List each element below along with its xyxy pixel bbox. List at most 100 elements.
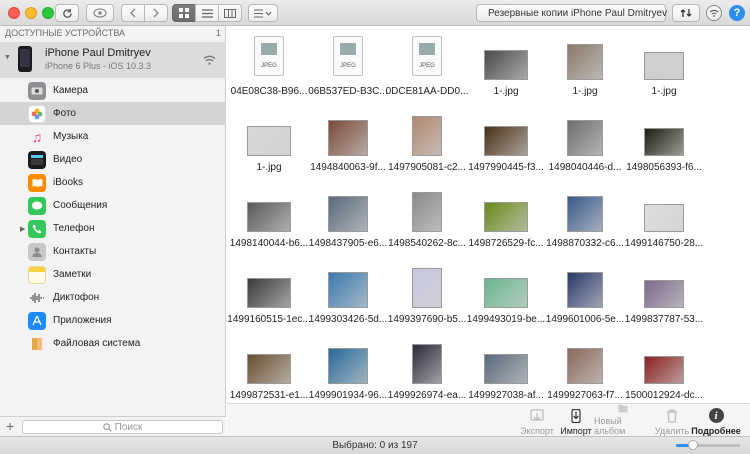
photo-item[interactable]: 1499926974-ea... bbox=[385, 338, 469, 403]
sidebar-item-label: Камера bbox=[53, 85, 88, 96]
grid-view-icon bbox=[179, 8, 189, 18]
sidebar-item-voice-memos[interactable]: Диктофон bbox=[0, 286, 226, 309]
photo-item[interactable]: 1500012924-dc... bbox=[622, 338, 706, 403]
jpeg-file-icon: JPEG bbox=[412, 36, 442, 76]
photo-item[interactable]: 1498056393-f6... bbox=[622, 110, 706, 188]
search-field[interactable]: Поиск bbox=[22, 420, 223, 434]
photo-item[interactable]: 1498437905-e6... bbox=[306, 186, 390, 264]
photo-item[interactable]: 1499872531-e1... bbox=[227, 338, 311, 403]
list-view-button[interactable] bbox=[195, 4, 219, 22]
zoom-window-button[interactable] bbox=[42, 7, 54, 19]
export-button[interactable]: Экспорт bbox=[517, 404, 557, 437]
details-button[interactable]: i Подробнее bbox=[691, 404, 741, 437]
photo-item[interactable]: 1-.jpg bbox=[622, 34, 706, 112]
file-name: 1498140044-b6... bbox=[229, 238, 309, 249]
photo-item[interactable]: 1497990445-f3... bbox=[464, 110, 548, 188]
file-name: 1497905081-c2... bbox=[388, 162, 466, 173]
jpeg-file-item[interactable]: JPEG 0DCE81AA-DD0... bbox=[385, 34, 469, 112]
jpeg-file-icon: JPEG bbox=[254, 36, 284, 76]
file-name: 1498870332-c6... bbox=[546, 238, 624, 249]
add-button[interactable]: + bbox=[6, 418, 14, 434]
photo-item[interactable]: 1498870332-c6... bbox=[543, 186, 627, 264]
photo-item[interactable]: 1499901934-96... bbox=[306, 338, 390, 403]
sidebar-item-messages[interactable]: Сообщения bbox=[0, 194, 226, 217]
file-name: 1499837787-53... bbox=[624, 314, 704, 325]
sidebar-item-notes[interactable]: Заметки bbox=[0, 263, 226, 286]
file-name: 1499160515-1ec... bbox=[227, 314, 311, 325]
phone-icon bbox=[28, 219, 46, 238]
backups-label: Резервные копии iPhone Paul Dmitryev bbox=[488, 7, 668, 19]
info-icon: i bbox=[708, 408, 724, 423]
icon-view-button[interactable] bbox=[172, 4, 196, 22]
minimize-window-button[interactable] bbox=[25, 7, 37, 19]
refresh-button[interactable] bbox=[55, 4, 79, 22]
photo-item[interactable]: 1498726529-fc... bbox=[464, 186, 548, 264]
photo-item[interactable]: 1498140044-b6... bbox=[227, 186, 311, 264]
sidebar-item-photos[interactable]: Фото bbox=[0, 102, 226, 125]
photo-thumbnail bbox=[328, 120, 368, 156]
photo-thumbnail bbox=[247, 126, 291, 156]
sidebar-item-apps[interactable]: Приложения bbox=[0, 309, 226, 332]
back-button[interactable] bbox=[121, 4, 145, 22]
photo-item[interactable]: 1499146750-28... bbox=[622, 186, 706, 264]
close-window-button[interactable] bbox=[8, 7, 20, 19]
photo-item[interactable]: 1-.jpg bbox=[227, 110, 311, 188]
devices-section-header: ДОСТУПНЫЕ УСТРОЙСТВА 1 bbox=[0, 26, 226, 42]
photo-item[interactable]: 1499927038-af... bbox=[464, 338, 548, 403]
file-name: 1500012924-dc... bbox=[625, 390, 703, 401]
photo-item[interactable]: 1499837787-53... bbox=[622, 262, 706, 340]
sidebar-item-label: Телефон bbox=[53, 223, 95, 234]
photo-thumbnail bbox=[644, 128, 684, 156]
zoom-slider-knob[interactable] bbox=[688, 440, 698, 450]
column-view-button[interactable] bbox=[218, 4, 242, 22]
file-name: 1499303426-5d... bbox=[308, 314, 388, 325]
photo-item[interactable]: 1497905081-c2... bbox=[385, 110, 469, 188]
photo-item[interactable]: 1499601006-5e... bbox=[543, 262, 627, 340]
device-item[interactable]: ▼ iPhone Paul Dmitryev iPhone 6 Plus - i… bbox=[0, 42, 226, 78]
import-button[interactable]: Импорт bbox=[558, 404, 594, 437]
ibooks-icon bbox=[28, 173, 46, 192]
forward-button[interactable] bbox=[144, 4, 168, 22]
list-view-icon bbox=[201, 8, 213, 18]
photo-item[interactable]: 1-.jpg bbox=[464, 34, 548, 112]
refresh-icon bbox=[62, 8, 72, 18]
contacts-icon bbox=[28, 242, 46, 261]
photo-item[interactable]: 1499160515-1ec... bbox=[227, 262, 311, 340]
sidebar-item-music[interactable]: ♫ Музыка bbox=[0, 125, 226, 148]
photo-item[interactable]: 1498540262-8c... bbox=[385, 186, 469, 264]
sidebar-item-contacts[interactable]: Контакты bbox=[0, 240, 226, 263]
photo-item[interactable]: 1498040446-d... bbox=[543, 110, 627, 188]
file-name: 1-.jpg bbox=[572, 86, 598, 97]
photo-item[interactable]: 1494840063-9f... bbox=[306, 110, 390, 188]
search-placeholder: Поиск bbox=[114, 421, 143, 433]
photo-item[interactable]: 1499493019-be... bbox=[464, 262, 548, 340]
photo-item[interactable]: 1499397690-b5... bbox=[385, 262, 469, 340]
photo-item[interactable]: 1-.jpg bbox=[543, 34, 627, 112]
video-icon bbox=[28, 150, 46, 169]
jpeg-file-icon: JPEG bbox=[333, 36, 363, 76]
sidebar-item-video[interactable]: Видео bbox=[0, 148, 226, 171]
search-icon bbox=[102, 422, 112, 432]
disclosure-triangle-icon[interactable]: ▼ bbox=[4, 54, 11, 61]
photo-thumbnail bbox=[567, 196, 603, 232]
delete-button[interactable]: Удалить bbox=[655, 404, 689, 437]
file-name: 1499872531-e1... bbox=[229, 390, 309, 401]
sidebar-item-camera[interactable]: Камера bbox=[0, 79, 226, 102]
jpeg-file-item[interactable]: JPEG 06B537ED-B3C... bbox=[306, 34, 390, 112]
sort-menu-button[interactable] bbox=[248, 4, 278, 22]
wifi-sync-button[interactable] bbox=[706, 5, 722, 21]
backups-button[interactable]: Резервные копии iPhone Paul Dmitryev bbox=[476, 4, 668, 22]
sidebar-item-ibooks[interactable]: iBooks bbox=[0, 171, 226, 194]
photo-item[interactable]: 1499303426-5d... bbox=[306, 262, 390, 340]
app-store-icon bbox=[28, 311, 46, 330]
sidebar-item-phone[interactable]: ▶ Телефон bbox=[0, 217, 226, 240]
help-button[interactable]: ? bbox=[729, 5, 745, 21]
jpeg-file-item[interactable]: JPEG 04E08C38-B96... bbox=[227, 34, 311, 112]
transfer-button[interactable] bbox=[672, 4, 700, 22]
preview-button[interactable] bbox=[86, 4, 114, 22]
zoom-slider[interactable] bbox=[676, 440, 740, 450]
photo-item[interactable]: 1499927063-f7... bbox=[543, 338, 627, 403]
sidebar-item-file-system[interactable]: Файловая система bbox=[0, 332, 226, 355]
disclosure-triangle-icon[interactable]: ▶ bbox=[20, 225, 25, 233]
new-album-button[interactable]: Новый альбом bbox=[594, 404, 652, 437]
